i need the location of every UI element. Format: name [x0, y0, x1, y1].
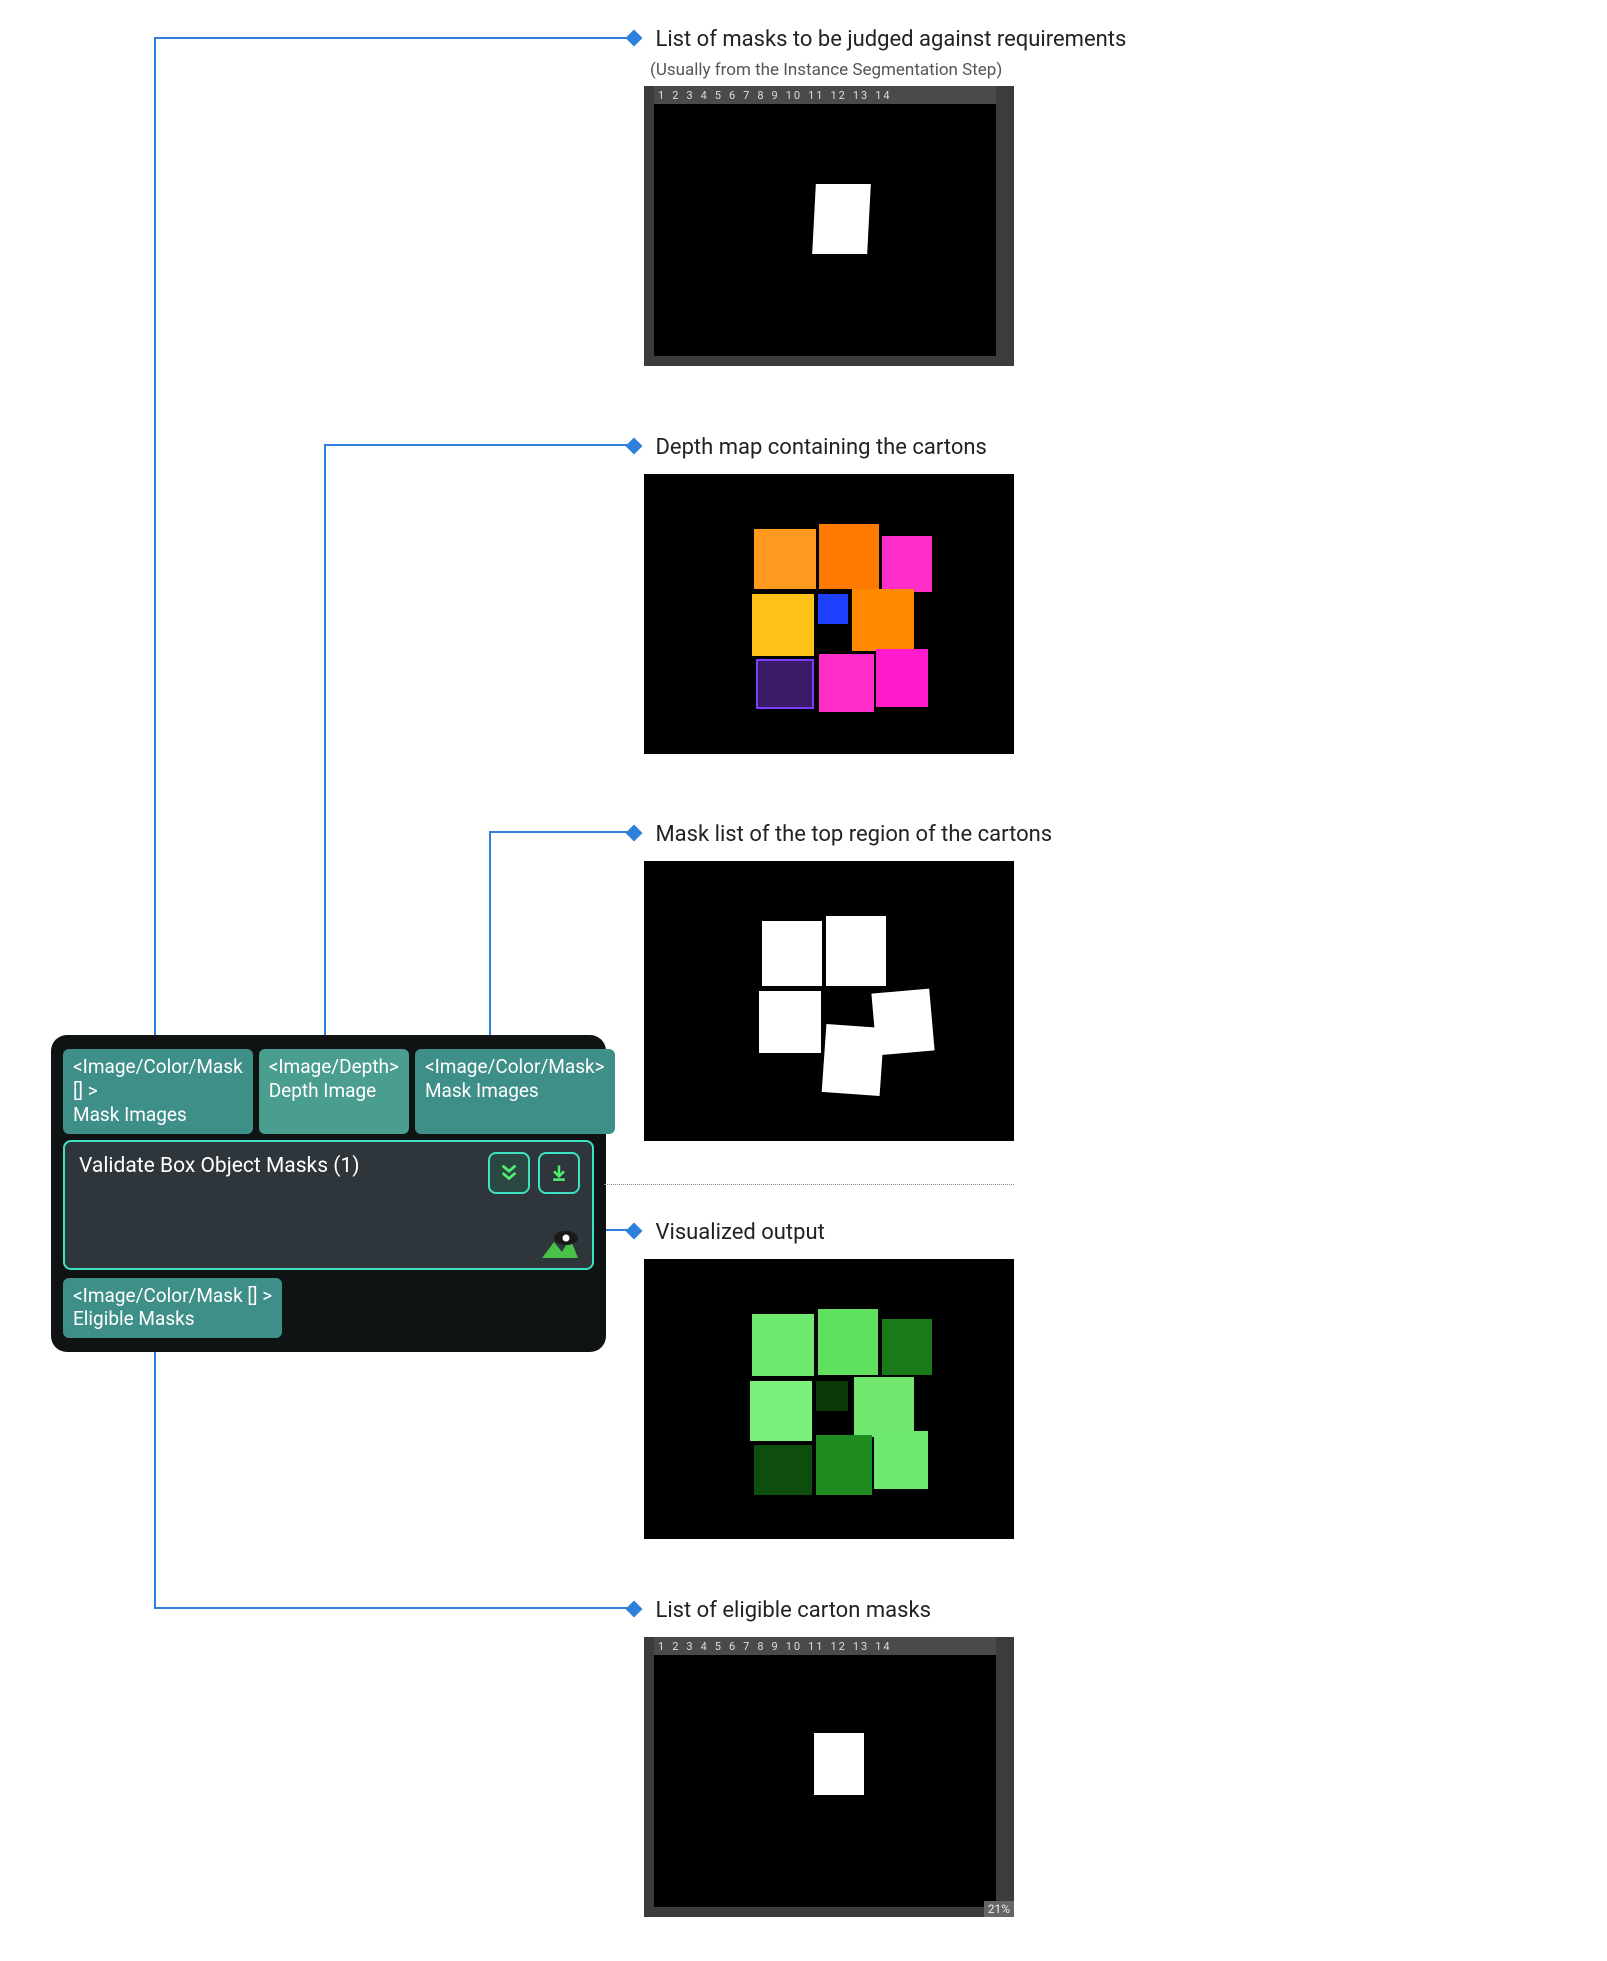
- port-label: Eligible Masks: [73, 1307, 195, 1330]
- annotation-title: List of eligible carton masks: [655, 1598, 930, 1623]
- port-label: Mask Images: [425, 1079, 605, 1103]
- thumbnail-masks-input: 1234567891011121314: [644, 86, 1014, 366]
- annotation-top-masks: Mask list of the top region of the carto…: [628, 821, 1052, 850]
- double-chevron-down-icon: [498, 1162, 520, 1184]
- output-port-eligible-masks[interactable]: <Image/Color/Mask [] > Eligible Masks: [63, 1278, 282, 1338]
- thumbnail-visualized-output: [644, 1259, 1014, 1539]
- diamond-icon: [626, 825, 643, 842]
- annotation-subtitle: (Usually from the Instance Segmentation …: [650, 60, 1002, 80]
- port-type: <Image/Color/Mask>: [425, 1055, 605, 1079]
- download-button[interactable]: [538, 1152, 580, 1194]
- input-port-mask-images-list[interactable]: <Image/Color/Mask [] > Mask Images: [63, 1049, 253, 1134]
- diamond-icon: [626, 30, 643, 47]
- input-port-mask-images[interactable]: <Image/Color/Mask> Mask Images: [415, 1049, 615, 1134]
- thumbnail-tabs: 1234567891011121314: [654, 1637, 996, 1655]
- diamond-icon: [626, 1223, 643, 1240]
- zoom-badge: 21%: [984, 1901, 1014, 1917]
- node-body[interactable]: Validate Box Object Masks (1): [63, 1140, 594, 1270]
- diamond-icon: [626, 438, 643, 455]
- annotation-title: List of masks to be judged against requi…: [655, 27, 1126, 52]
- annotation-masks-input: List of masks to be judged against requi…: [628, 26, 1126, 83]
- port-type: <Image/Depth>: [269, 1055, 399, 1079]
- thumbnail-top-masks: [644, 861, 1014, 1141]
- visualize-output-icon[interactable]: [540, 1230, 580, 1260]
- annotation-visualized-output: Visualized output: [628, 1219, 825, 1248]
- step-node-validate-box-object-masks: <Image/Color/Mask [] > Mask Images <Imag…: [51, 1035, 606, 1352]
- node-input-ports: <Image/Color/Mask [] > Mask Images <Imag…: [63, 1049, 594, 1134]
- annotation-eligible-masks: List of eligible carton masks: [628, 1597, 931, 1626]
- port-type: <Image/Color/Mask [] >: [73, 1284, 272, 1307]
- thumbnail-tabs: 1234567891011121314: [654, 86, 996, 104]
- thumbnail-eligible-masks: 1234567891011121314 21%: [644, 1637, 1014, 1917]
- annotation-title: Visualized output: [655, 1220, 824, 1245]
- annotation-depth-map: Depth map containing the cartons: [628, 434, 987, 463]
- download-arrow-icon: [549, 1162, 569, 1184]
- annotation-title: Depth map containing the cartons: [655, 435, 986, 460]
- annotation-title: Mask list of the top region of the carto…: [655, 822, 1052, 847]
- thumbnail-depth-map: [644, 474, 1014, 754]
- node-action-buttons: [488, 1152, 580, 1194]
- port-label: Mask Images: [73, 1103, 243, 1127]
- expand-down-button[interactable]: [488, 1152, 530, 1194]
- input-port-depth-image[interactable]: <Image/Depth> Depth Image: [259, 1049, 409, 1134]
- diamond-icon: [626, 1601, 643, 1618]
- section-divider: [604, 1184, 1014, 1185]
- port-type: <Image/Color/Mask [] >: [73, 1055, 243, 1103]
- port-label: Depth Image: [269, 1079, 399, 1103]
